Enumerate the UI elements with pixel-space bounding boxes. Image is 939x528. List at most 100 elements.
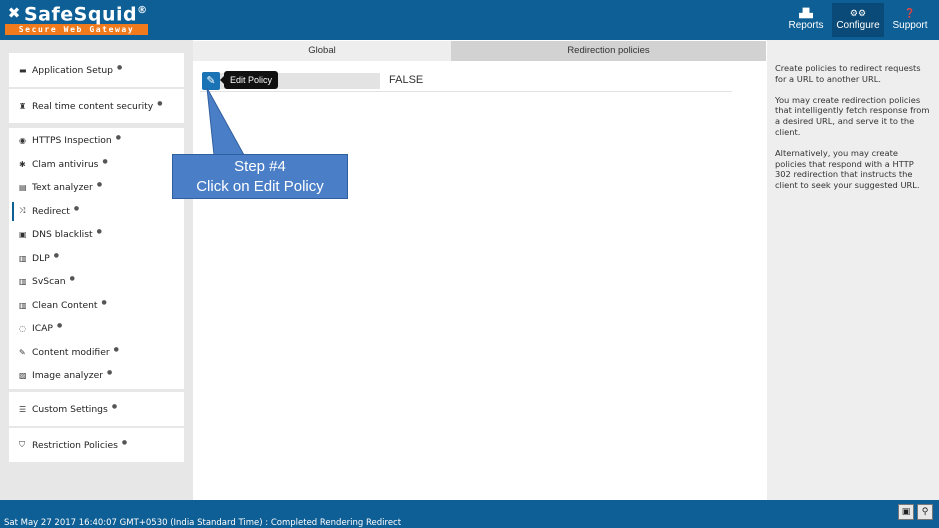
sidebar-item-dns-blacklist[interactable]: ▣ DNS blacklist ● (9, 223, 184, 247)
info-icon[interactable]: ● (116, 134, 121, 141)
registered-mark: ® (137, 5, 148, 17)
sidebar-item-label: DNS blacklist (32, 229, 93, 241)
sidebar-item-label: Content modifier (32, 346, 110, 358)
sidebar: ▬ Application Setup ● ♜ Real time conten… (0, 40, 193, 500)
help-panel: Create policies to redirect requests for… (767, 40, 939, 500)
bug-icon: ✱ (19, 159, 26, 169)
nav-configure-label: Configure (836, 20, 880, 31)
barcode-icon: ▥ (19, 277, 27, 287)
sidebar-item-dlp[interactable]: ▥ DLP ● (9, 247, 184, 271)
nav-reports-label: Reports (788, 20, 824, 31)
file-text-icon: ▤ (19, 183, 27, 193)
sidebar-item-label: Text analyzer (32, 182, 93, 194)
policy-row: ✎ Edit Policy FALSE (200, 71, 732, 92)
sidebar-item-label: Custom Settings (32, 403, 108, 415)
barcode-icon: ▥ (19, 300, 27, 310)
logo-name: SafeSquid (24, 3, 138, 26)
random-icon: ⤨ (19, 206, 26, 216)
sidebar-item-image-analyzer[interactable]: ▨ Image analyzer ● (9, 364, 184, 388)
info-icon[interactable]: ● (57, 322, 62, 329)
briefcase-icon: ▬ (19, 65, 27, 75)
shield-icon: ⛉ (19, 440, 25, 449)
sidebar-item-label: Clean Content (32, 299, 98, 311)
modules-group: ◉ HTTPS Inspection ● ✱ Clam antivirus ● … (9, 128, 184, 389)
question-icon: ❓ (904, 8, 916, 18)
status-text: Sat May 27 2017 16:40:07 GMT+0530 (India… (4, 518, 402, 528)
circle-icon: ◌ (19, 324, 26, 334)
floppy-icon: ▣ (901, 507, 911, 517)
sidebar-item-content-modifier[interactable]: ✎ Content modifier ● (9, 341, 184, 365)
sidebar-item-label: Image analyzer (32, 370, 104, 382)
info-icon[interactable]: ● (97, 181, 102, 188)
sidebar-item-https-inspection[interactable]: ◉ HTTPS Inspection ● (9, 129, 184, 153)
squid-logo-icon: ✖ (7, 4, 21, 22)
sliders-icon: ☰ (19, 404, 27, 414)
policy-value: FALSE (389, 74, 424, 86)
barcode-icon: ▥ (19, 253, 27, 263)
sidebar-item-restriction-policies[interactable]: ⛉ Restriction Policies ● (9, 428, 184, 462)
sidebar-item-icap[interactable]: ◌ ICAP ● (9, 317, 184, 341)
realtime-security-group: ♜ Real time content security ● (9, 89, 184, 123)
application-setup-group: ▬ Application Setup ● (9, 53, 184, 87)
sidebar-item-realtime-security[interactable]: ♜ Real time content security ● (9, 89, 184, 123)
info-icon[interactable]: ● (122, 439, 127, 446)
callout-step: Step #4 (234, 158, 286, 175)
edit-policy-button[interactable]: ✎ (202, 72, 220, 90)
sidebar-item-label: SvScan (32, 276, 66, 288)
nav-support-button[interactable]: ❓ Support (886, 3, 934, 37)
safesquid-logo[interactable]: ✖ SafeSquid® Secure Web Gateway (4, 2, 150, 38)
top-header: ✖ SafeSquid® Secure Web Gateway ▟▙ Repor… (0, 0, 939, 40)
info-icon[interactable]: ● (117, 64, 122, 71)
callout-instruction: Click on Edit Policy (196, 178, 324, 195)
sidebar-item-application-setup[interactable]: ▬ Application Setup ● (9, 53, 184, 87)
help-paragraph: Alternatively, you may create policies t… (775, 147, 920, 191)
sidebar-item-label: Restriction Policies (32, 439, 118, 451)
dns-icon: ▣ (19, 230, 27, 240)
custom-settings-group: ☰ Custom Settings ● (9, 392, 184, 426)
sidebar-item-label: HTTPS Inspection (32, 135, 112, 147)
edit-icon: ✎ (19, 347, 26, 357)
sidebar-item-clam-antivirus[interactable]: ✱ Clam antivirus ● (9, 153, 184, 177)
sidebar-item-text-analyzer[interactable]: ▤ Text analyzer ● (9, 176, 184, 200)
sidebar-item-label: Application Setup (32, 64, 113, 76)
save-button[interactable]: ▣ (898, 504, 914, 520)
tab-redirection-policies[interactable]: Redirection policies (451, 41, 766, 61)
sidebar-item-label: ICAP (32, 323, 53, 335)
info-icon[interactable]: ● (102, 299, 107, 306)
sidebar-item-label: DLP (32, 252, 50, 264)
info-icon[interactable]: ● (107, 369, 112, 376)
sidebar-item-custom-settings[interactable]: ☰ Custom Settings ● (9, 392, 184, 426)
sidebar-item-redirect[interactable]: ⤨ Redirect ● (9, 200, 184, 224)
user-secret-icon: ♜ (19, 101, 27, 111)
sidebar-item-svscan[interactable]: ▥ SvScan ● (9, 270, 184, 294)
sidebar-item-clean-content[interactable]: ▥ Clean Content ● (9, 294, 184, 318)
info-icon[interactable]: ● (102, 158, 107, 165)
edit-policy-tooltip: Edit Policy (219, 71, 279, 89)
logo-tagline: Secure Web Gateway (5, 24, 148, 35)
restriction-policies-group: ⛉ Restriction Policies ● (9, 428, 184, 462)
info-icon[interactable]: ● (114, 346, 119, 353)
step-callout: Step #4 Click on Edit Policy (172, 154, 348, 199)
info-icon[interactable]: ● (97, 228, 102, 235)
sidebar-item-label: Real time content security (32, 100, 154, 112)
nav-configure-button[interactable]: ⚙⚙ Configure (832, 3, 884, 37)
eye-icon: ◉ (19, 136, 26, 146)
info-icon[interactable]: ● (112, 403, 117, 410)
status-bar: Sat May 27 2017 16:40:07 GMT+0530 (India… (0, 500, 939, 528)
sidebar-item-label: Redirect (32, 205, 70, 217)
help-paragraph: You may create redirection policies that… (775, 94, 930, 137)
nav-reports-button[interactable]: ▟▙ Reports (782, 3, 830, 37)
callout-pointer (206, 87, 245, 156)
info-icon[interactable]: ● (157, 100, 162, 107)
help-paragraph: Create policies to redirect requests for… (775, 63, 921, 84)
chart-icon: ▟▙ (799, 8, 813, 18)
info-icon[interactable]: ● (74, 205, 79, 212)
cogs-icon: ⚙⚙ (849, 8, 867, 18)
info-icon[interactable]: ● (54, 252, 59, 259)
search-button[interactable]: ⚲ (917, 504, 933, 520)
edit-icon: ✎ (206, 74, 216, 87)
info-icon[interactable]: ● (70, 275, 75, 282)
image-icon: ▨ (19, 371, 27, 381)
search-icon: ⚲ (921, 507, 929, 517)
tab-global[interactable]: Global (193, 41, 451, 61)
